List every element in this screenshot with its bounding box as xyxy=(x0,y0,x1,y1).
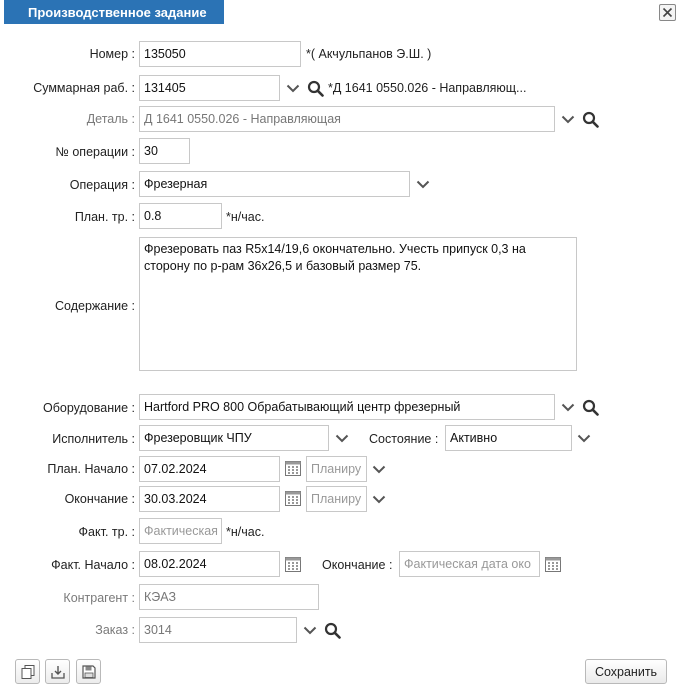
operation-field[interactable]: Фрезерная xyxy=(139,171,410,197)
window-title: Производственное задание xyxy=(4,0,224,24)
equipment-dropdown-button[interactable] xyxy=(558,396,578,418)
calendar-icon[interactable] xyxy=(544,555,562,573)
fact-tr-unit: *н/час. xyxy=(226,525,265,539)
chevron-down-icon xyxy=(577,434,591,442)
plan-tr-label: План. тр. : xyxy=(74,210,135,224)
search-icon xyxy=(324,622,341,639)
op-num-label: № операции : xyxy=(55,145,135,159)
op-num-field[interactable]: 30 xyxy=(139,138,190,164)
plan-start-planning-field[interactable]: Планиру xyxy=(306,456,367,482)
chevron-down-icon xyxy=(335,434,349,442)
detal-search-button[interactable] xyxy=(580,108,600,130)
detal-field[interactable]: Д 1641 0550.026 - Направляющая xyxy=(139,106,555,132)
floppy-icon xyxy=(81,664,96,679)
nomer-label: Номер : xyxy=(89,47,135,61)
summ-field[interactable]: 131405 xyxy=(139,75,280,101)
chevron-down-icon xyxy=(561,403,575,411)
search-icon xyxy=(582,111,599,128)
state-field[interactable]: Активно xyxy=(445,425,572,451)
close-button[interactable] xyxy=(659,4,676,21)
state-dropdown-button[interactable] xyxy=(574,427,594,449)
contractor-label: Контрагент : xyxy=(63,591,135,605)
state-label: Состояние : xyxy=(369,432,439,446)
fact-start-field[interactable]: 08.02.2024 xyxy=(139,551,280,577)
chevron-down-icon xyxy=(561,115,575,123)
end-planning-dropdown[interactable] xyxy=(369,488,389,510)
detal-label: Деталь : xyxy=(86,112,135,126)
nomer-field[interactable]: 135050 xyxy=(139,41,301,67)
plan-start-planning-dropdown[interactable] xyxy=(369,458,389,480)
chevron-down-icon xyxy=(372,465,386,473)
order-dropdown-button[interactable] xyxy=(300,619,320,641)
search-icon xyxy=(582,399,599,416)
fact-tr-field[interactable]: Фактическая xyxy=(139,518,222,544)
fact-end-label: Окончание : xyxy=(322,558,393,572)
download-icon xyxy=(50,665,65,679)
chevron-down-icon xyxy=(303,626,317,634)
summ-search-button[interactable] xyxy=(305,77,325,99)
fact-start-label: Факт. Начало : xyxy=(51,558,135,572)
operation-dropdown-button[interactable] xyxy=(413,173,433,195)
fact-tr-label: Факт. тр. : xyxy=(78,525,135,539)
content-label: Содержание : xyxy=(55,299,135,313)
copy-icon xyxy=(21,664,34,679)
search-icon xyxy=(307,80,324,97)
order-field[interactable]: 3014 xyxy=(139,617,297,643)
order-search-button[interactable] xyxy=(322,619,342,641)
chevron-down-icon xyxy=(372,495,386,503)
calendar-icon[interactable] xyxy=(284,459,302,477)
save-icon-button[interactable] xyxy=(76,659,101,684)
summ-dropdown-button[interactable] xyxy=(283,77,303,99)
calendar-icon[interactable] xyxy=(284,489,302,507)
save-button[interactable]: Сохранить xyxy=(585,659,667,684)
plan-start-field[interactable]: 07.02.2024 xyxy=(139,456,280,482)
download-button[interactable] xyxy=(45,659,70,684)
nomer-author: *( Акчульпанов Э.Ш. ) xyxy=(306,47,432,61)
chevron-down-icon xyxy=(286,84,300,92)
plan-tr-unit: *н/час. xyxy=(226,210,265,224)
equipment-search-button[interactable] xyxy=(580,396,600,418)
end-field[interactable]: 30.03.2024 xyxy=(139,486,280,512)
operation-label: Операция : xyxy=(69,178,135,192)
content-textarea[interactable]: Фрезеровать паз R5x14/19,6 окончательно.… xyxy=(139,237,577,371)
equipment-label: Оборудование : xyxy=(43,401,135,415)
fact-end-field[interactable]: Фактическая дата око xyxy=(399,551,540,577)
summ-description: *Д 1641 0550.026 - Направляющ... xyxy=(328,81,527,95)
order-label: Заказ : xyxy=(95,623,135,637)
plan-tr-field[interactable]: 0.8 xyxy=(139,203,222,229)
calendar-icon[interactable] xyxy=(284,555,302,573)
summ-label: Суммарная раб. : xyxy=(33,81,135,95)
plan-start-label: План. Начало : xyxy=(47,462,135,476)
executor-dropdown-button[interactable] xyxy=(332,427,352,449)
detal-dropdown-button[interactable] xyxy=(558,108,578,130)
end-planning-field[interactable]: Планиру xyxy=(306,486,367,512)
contractor-field[interactable]: КЭАЗ xyxy=(139,584,319,610)
chevron-down-icon xyxy=(416,180,430,188)
executor-label: Исполнитель : xyxy=(52,432,135,446)
end-label: Окончание : xyxy=(64,492,135,506)
copy-button[interactable] xyxy=(15,659,40,684)
close-icon xyxy=(662,7,673,18)
executor-field[interactable]: Фрезеровщик ЧПУ xyxy=(139,425,329,451)
equipment-field[interactable]: Hartford PRO 800 Обрабатывающий центр фр… xyxy=(139,394,555,420)
